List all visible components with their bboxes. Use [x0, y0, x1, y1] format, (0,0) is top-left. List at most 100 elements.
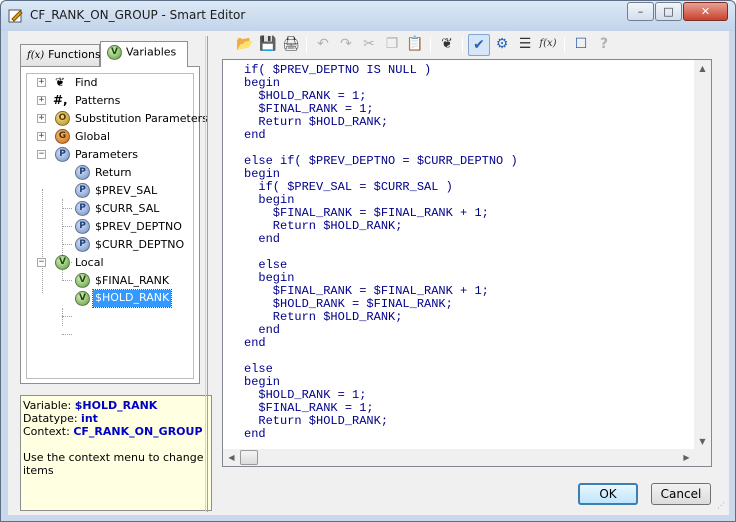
scroll-left-icon[interactable]: ◀	[223, 449, 240, 466]
function-icon: f(x)	[27, 49, 45, 61]
title-bar[interactable]: CF_RANK_ON_GROUP - Smart Editor – □ ✕	[1, 1, 735, 31]
info-context-value: CF_RANK_ON_GROUP	[73, 425, 203, 438]
panel-splitter[interactable]	[205, 36, 208, 512]
app-icon	[8, 9, 23, 23]
save-icon[interactable]: 💾	[257, 34, 279, 56]
variable-info-panel: Variable: $HOLD_RANK Datatype: int Conte…	[20, 395, 212, 511]
tree-item-label: Return	[95, 166, 132, 179]
redo-icon[interactable]: ↷	[335, 34, 357, 56]
tree-item-label: $PREV_DEPTNO	[95, 220, 182, 233]
tree-item-label: $CURR_DEPTNO	[95, 238, 185, 251]
print-icon[interactable]: 🖨	[280, 34, 302, 56]
tree-item-label: $CURR_SAL	[95, 202, 160, 215]
copy-icon[interactable]: ❐	[381, 34, 403, 56]
scroll-down-icon[interactable]: ▼	[694, 433, 711, 450]
expand-icon[interactable]: +	[37, 132, 46, 141]
expand-icon[interactable]: +	[37, 78, 46, 87]
code-area[interactable]: if( $PREV_DEPTNO IS NULL ) begin $HOLD_RA…	[223, 60, 695, 450]
expand-icon[interactable]: +	[37, 114, 46, 123]
tab-functions-label: Functions	[48, 48, 101, 61]
info-context-label: Context:	[23, 425, 70, 438]
scroll-up-icon[interactable]: ▲	[694, 60, 711, 77]
smart-editor-window: CF_RANK_ON_GROUP - Smart Editor – □ ✕ f(…	[0, 0, 736, 522]
close-button[interactable]: ✕	[683, 2, 728, 21]
undo-icon[interactable]: ↶	[312, 34, 334, 56]
paste-icon[interactable]: 📋	[404, 34, 426, 56]
cancel-button[interactable]: Cancel	[651, 483, 711, 505]
info-variable-value: $HOLD_RANK	[74, 399, 158, 412]
open-icon[interactable]: 📂	[234, 34, 256, 56]
tree-connector	[62, 316, 72, 317]
code-editor[interactable]: if( $PREV_DEPTNO IS NULL ) begin $HOLD_RA…	[222, 59, 712, 467]
toolbar: 📂 💾 🖨 ↶ ↷ ✂ ❐ 📋 ❦ ✔ ⚙ ☰ f(x) ☐ ?	[234, 33, 634, 59]
horizontal-scroll-thumb[interactable]	[240, 450, 258, 465]
variable-icon: V	[75, 291, 90, 306]
tab-variables-label: Variables	[126, 45, 177, 59]
code-line: end	[244, 232, 281, 246]
info-datatype-row: Datatype: int	[23, 412, 209, 425]
tree-item-label: Find	[75, 76, 98, 89]
comment-icon[interactable]: ☐	[570, 34, 592, 56]
tree-item-label: Substitution Parameters	[75, 112, 208, 125]
info-datatype-value: int	[81, 412, 98, 425]
tree-item-label: $FINAL_RANK	[95, 274, 170, 287]
info-hint: Use the context menu to change items	[23, 451, 204, 477]
tree-item-label-selected: $HOLD_RANK	[91, 289, 173, 308]
list-icon[interactable]: ☰	[514, 34, 536, 56]
tree-item-label: Patterns	[75, 94, 121, 107]
parameter-icon: P	[75, 219, 90, 234]
tree-connector	[62, 280, 72, 281]
resize-grip-icon[interactable]: ⋰	[717, 502, 727, 513]
collapse-icon[interactable]: −	[37, 150, 46, 159]
hash-icon: #,	[53, 93, 68, 107]
find-icon[interactable]: ❦	[436, 34, 458, 56]
scroll-right-icon[interactable]: ▶	[678, 449, 695, 466]
tree-connector	[62, 226, 72, 227]
expand-icon[interactable]: +	[37, 96, 46, 105]
minimize-button[interactable]: –	[627, 2, 654, 21]
tree-item-label: Parameters	[75, 148, 138, 161]
info-variable-row: Variable: $HOLD_RANK	[23, 399, 209, 412]
ok-button[interactable]: OK	[578, 483, 638, 505]
variables-panel: + ❦ Find + #, Patterns + O Substitution …	[20, 66, 208, 384]
tree-connector	[42, 189, 43, 293]
variable-icon: V	[107, 45, 122, 60]
tree-connector	[62, 244, 72, 245]
tree-item-label: Local	[75, 256, 104, 269]
collapse-icon[interactable]: −	[37, 258, 46, 267]
info-datatype-label: Datatype:	[23, 412, 78, 425]
window-title: CF_RANK_ON_GROUP - Smart Editor	[30, 8, 246, 22]
parameter-icon: P	[55, 147, 70, 162]
code-line: end	[244, 128, 266, 142]
horizontal-scrollbar[interactable]: ◀ ▶	[223, 449, 695, 466]
info-context-row: Context: CF_RANK_ON_GROUP	[23, 425, 209, 438]
tree-connector	[62, 334, 72, 335]
code-line: else if( $PREV_DEPTNO = $CURR_DEPTNO )	[244, 154, 518, 168]
code-line: end	[244, 336, 266, 350]
tree-connector	[62, 208, 72, 209]
tree-item-label: Global	[75, 130, 111, 143]
parameter-icon: P	[75, 201, 90, 216]
substitution-parameter-icon: O	[55, 111, 70, 126]
tab-variables[interactable]: V Variables	[100, 41, 188, 67]
help-icon[interactable]: ?	[593, 34, 615, 56]
variables-tree[interactable]: + ❦ Find + #, Patterns + O Substitution …	[26, 73, 208, 379]
binoculars-icon: ❦	[55, 75, 66, 89]
vertical-scrollbar[interactable]: ▲ ▼	[694, 60, 711, 450]
client-area: f(x) Functions V Variables + ❦ Find + #,…	[8, 31, 729, 515]
info-variable-label: Variable:	[23, 399, 72, 412]
parameter-icon: P	[75, 165, 90, 180]
cut-icon[interactable]: ✂	[358, 34, 380, 56]
variable-icon: V	[55, 255, 70, 270]
scroll-corner	[694, 449, 711, 466]
parameter-icon: P	[75, 237, 90, 252]
tab-functions[interactable]: f(x) Functions	[20, 44, 101, 66]
code-line: end	[244, 427, 266, 441]
function-icon[interactable]: f(x)	[537, 34, 559, 56]
variable-icon: V	[75, 273, 90, 288]
validate-icon[interactable]: ✔	[468, 34, 490, 56]
parameter-icon: P	[75, 183, 90, 198]
maximize-button[interactable]: □	[655, 2, 682, 21]
show-variables-icon[interactable]: ⚙	[491, 34, 513, 56]
global-icon: G	[55, 129, 70, 144]
